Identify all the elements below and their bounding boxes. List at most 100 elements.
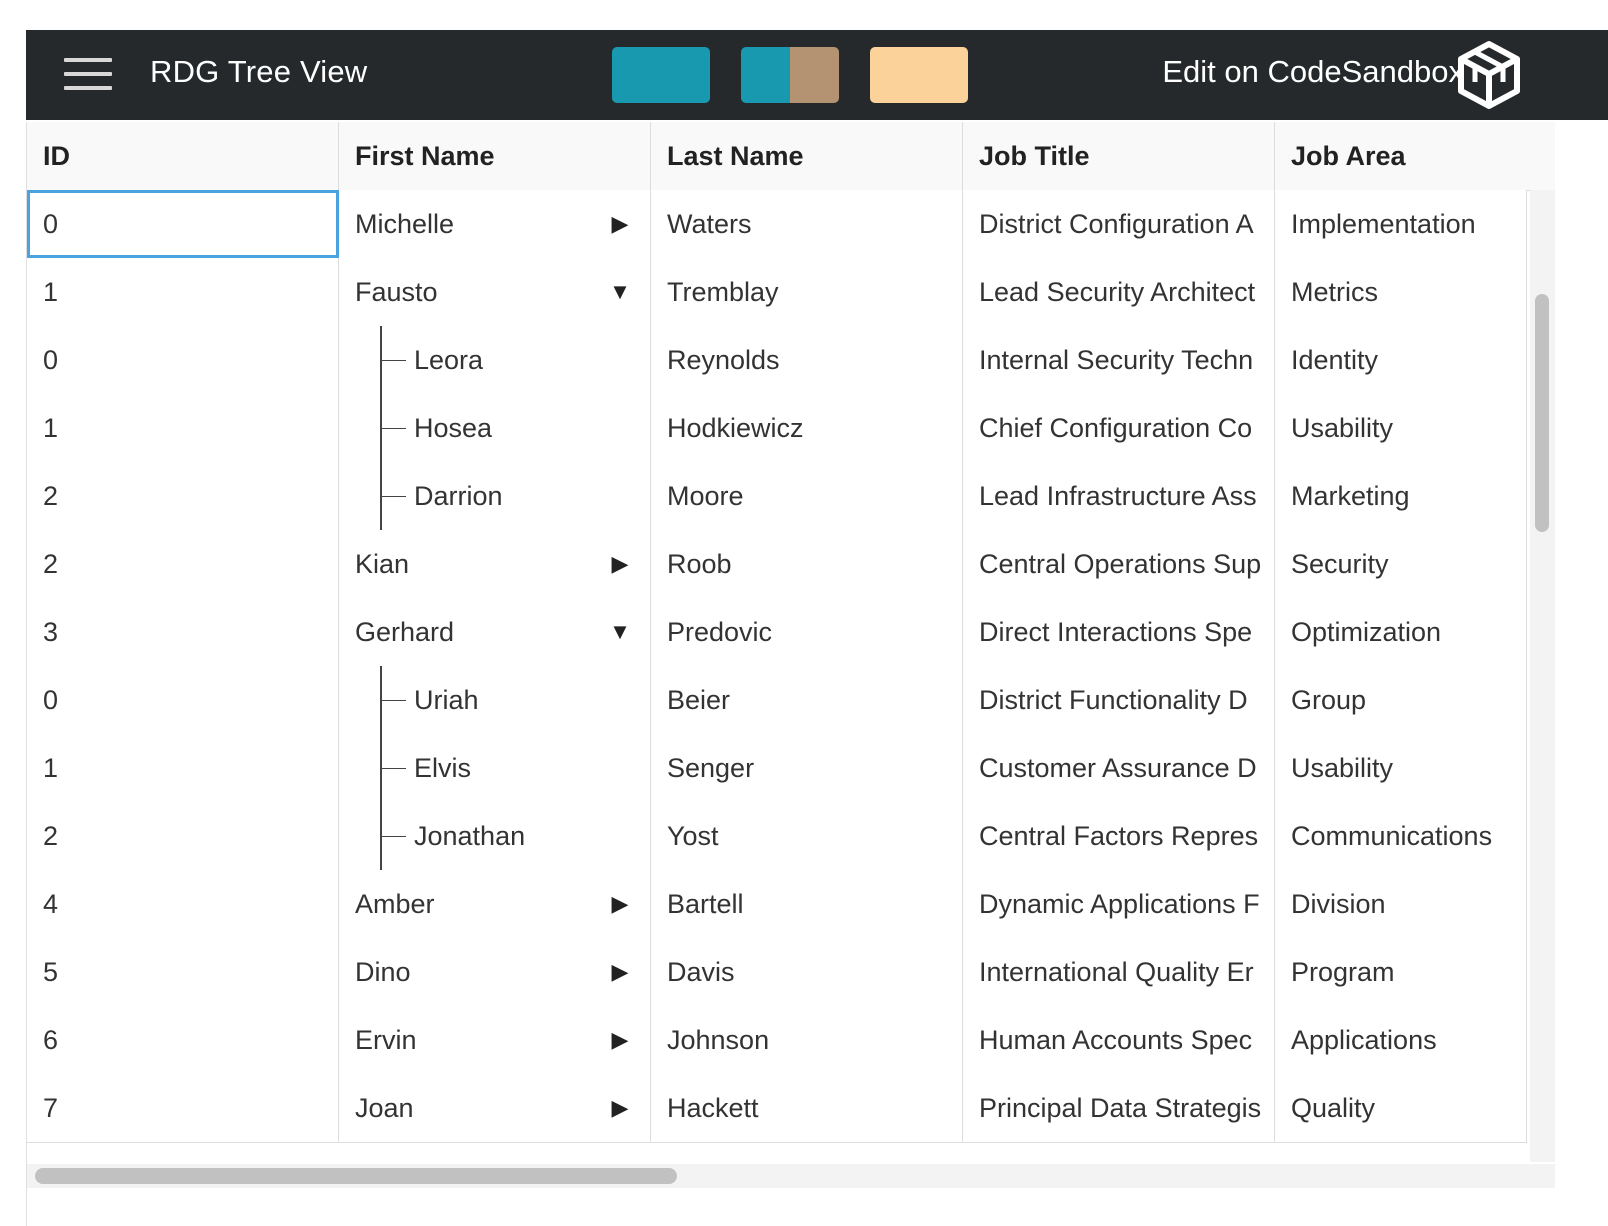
cell-first-name[interactable]: Leora — [339, 326, 651, 394]
table-row[interactable]: 0 Leora Reynolds Internal Security Techn Ide… — [27, 326, 1527, 395]
theme-swatch-peach[interactable] — [870, 47, 968, 103]
cell-job-title[interactable]: District Configuration A — [963, 190, 1275, 258]
expand-arrow-icon[interactable]: ▶ — [608, 938, 632, 1006]
cell-id[interactable]: 6 — [27, 1006, 339, 1074]
table-row[interactable]: 2 Jonathan Yost Central Factors Repres Commu… — [27, 802, 1527, 871]
table-row[interactable]: 6 Ervin ▶ Johnson Human Accounts Spec Applica… — [27, 1006, 1527, 1075]
expand-arrow-icon[interactable]: ▶ — [608, 1074, 632, 1142]
table-row[interactable]: 2 Darrion Moore Lead Infrastructure Ass Mark… — [27, 462, 1527, 531]
theme-swatch-teal[interactable] — [612, 47, 710, 103]
cell-job-title[interactable]: Central Operations Sup — [963, 530, 1275, 598]
cell-last-name[interactable]: Davis — [651, 938, 963, 1006]
cell-job-area[interactable]: Metrics — [1275, 258, 1527, 326]
cell-first-name[interactable]: Jonathan — [339, 802, 651, 870]
cell-id[interactable]: 1 — [27, 394, 339, 462]
cell-first-name[interactable]: Amber ▶ — [339, 870, 651, 938]
cell-id[interactable]: 7 — [27, 1074, 339, 1142]
cell-first-name[interactable]: Elvis — [339, 734, 651, 802]
cell-id[interactable]: 0 — [27, 666, 339, 734]
cell-job-area[interactable]: Usability — [1275, 394, 1527, 462]
table-row[interactable]: 3 Gerhard ▼ Predovic Direct Interactions Spe… — [27, 598, 1527, 667]
cell-job-area[interactable]: Identity — [1275, 326, 1527, 394]
cell-last-name[interactable]: Beier — [651, 666, 963, 734]
cell-job-title[interactable]: Principal Data Strategis — [963, 1074, 1275, 1142]
cell-id[interactable]: 5 — [27, 938, 339, 1006]
cell-first-name[interactable]: Kian ▶ — [339, 530, 651, 598]
table-row[interactable]: 0 Uriah Beier District Functionality D Group — [27, 666, 1527, 735]
cell-job-area[interactable]: Communications — [1275, 802, 1527, 870]
table-row[interactable]: 1 Elvis Senger Customer Assurance D Usabilit… — [27, 734, 1527, 803]
table-row[interactable]: 5 Dino ▶ Davis International Quality Er Progr… — [27, 938, 1527, 1007]
cell-job-title[interactable]: Dynamic Applications F — [963, 870, 1275, 938]
cell-first-name[interactable]: Fausto ▼ — [339, 258, 651, 326]
cell-job-title[interactable]: Human Accounts Spec — [963, 1006, 1275, 1074]
cell-job-area[interactable]: Group — [1275, 666, 1527, 734]
cell-last-name[interactable]: Waters — [651, 190, 963, 258]
cell-job-title[interactable]: Central Factors Repres — [963, 802, 1275, 870]
expand-arrow-icon[interactable]: ▶ — [608, 190, 632, 258]
cell-job-area[interactable]: Implementation — [1275, 190, 1527, 258]
cell-id[interactable]: 0 — [27, 326, 339, 394]
table-row[interactable]: 2 Kian ▶ Roob Central Operations Sup Security — [27, 530, 1527, 599]
cell-first-name[interactable]: Gerhard ▼ — [339, 598, 651, 666]
horizontal-scrollbar-thumb[interactable] — [35, 1168, 677, 1184]
cell-last-name[interactable]: Reynolds — [651, 326, 963, 394]
cell-job-area[interactable]: Optimization — [1275, 598, 1527, 666]
cell-first-name[interactable]: Darrion — [339, 462, 651, 530]
column-header-first-name[interactable]: First Name — [339, 122, 651, 190]
cell-job-area[interactable]: Usability — [1275, 734, 1527, 802]
codesandbox-cube-icon[interactable] — [1456, 40, 1522, 110]
table-row[interactable]: 7 Joan ▶ Hackett Principal Data Strategis Qua… — [27, 1074, 1527, 1143]
cell-job-title[interactable]: Customer Assurance D — [963, 734, 1275, 802]
column-header-job-area[interactable]: Job Area — [1275, 122, 1555, 190]
cell-id[interactable]: 2 — [27, 530, 339, 598]
vertical-scrollbar-thumb[interactable] — [1535, 294, 1549, 532]
cell-last-name[interactable]: Hodkiewicz — [651, 394, 963, 462]
cell-id[interactable]: 2 — [27, 802, 339, 870]
cell-job-title[interactable]: Internal Security Techn — [963, 326, 1275, 394]
hamburger-menu-icon[interactable] — [64, 58, 112, 92]
cell-last-name[interactable]: Bartell — [651, 870, 963, 938]
cell-job-title[interactable]: District Functionality D — [963, 666, 1275, 734]
table-row[interactable]: 0 Michelle ▶ Waters District Configuration A… — [27, 190, 1527, 259]
cell-job-title[interactable]: Lead Infrastructure Ass — [963, 462, 1275, 530]
cell-id[interactable]: 1 — [27, 258, 339, 326]
cell-job-title[interactable]: Direct Interactions Spe — [963, 598, 1275, 666]
column-header-last-name[interactable]: Last Name — [651, 122, 963, 190]
table-row[interactable]: 1 Hosea Hodkiewicz Chief Configuration Co Us… — [27, 394, 1527, 463]
table-row[interactable]: 1 Fausto ▼ Tremblay Lead Security Architect M… — [27, 258, 1527, 327]
edit-on-codesandbox-link[interactable]: Edit on CodeSandbox — [1162, 54, 1464, 90]
cell-job-title[interactable]: Lead Security Architect — [963, 258, 1275, 326]
cell-first-name[interactable]: Hosea — [339, 394, 651, 462]
cell-last-name[interactable]: Roob — [651, 530, 963, 598]
cell-job-area[interactable]: Quality — [1275, 1074, 1527, 1142]
collapse-arrow-icon[interactable]: ▼ — [608, 598, 632, 666]
column-header-id[interactable]: ID — [27, 122, 339, 190]
column-header-job-title[interactable]: Job Title — [963, 122, 1275, 190]
cell-id[interactable]: 1 — [27, 734, 339, 802]
expand-arrow-icon[interactable]: ▶ — [608, 870, 632, 938]
theme-swatch-teal-tan[interactable] — [741, 47, 839, 103]
expand-arrow-icon[interactable]: ▶ — [608, 1006, 632, 1074]
cell-last-name[interactable]: Yost — [651, 802, 963, 870]
cell-last-name[interactable]: Moore — [651, 462, 963, 530]
cell-first-name[interactable]: Dino ▶ — [339, 938, 651, 1006]
cell-job-title[interactable]: Chief Configuration Co — [963, 394, 1275, 462]
cell-job-area[interactable]: Division — [1275, 870, 1527, 938]
cell-id[interactable]: 0 — [27, 190, 339, 258]
cell-first-name[interactable]: Joan ▶ — [339, 1074, 651, 1142]
expand-arrow-icon[interactable]: ▶ — [608, 530, 632, 598]
cell-last-name[interactable]: Tremblay — [651, 258, 963, 326]
cell-first-name[interactable]: Uriah — [339, 666, 651, 734]
cell-job-area[interactable]: Security — [1275, 530, 1527, 598]
cell-job-area[interactable]: Program — [1275, 938, 1527, 1006]
cell-job-area[interactable]: Marketing — [1275, 462, 1527, 530]
cell-job-title[interactable]: International Quality Er — [963, 938, 1275, 1006]
cell-first-name[interactable]: Ervin ▶ — [339, 1006, 651, 1074]
cell-last-name[interactable]: Predovic — [651, 598, 963, 666]
table-row[interactable]: 4 Amber ▶ Bartell Dynamic Applications F Divi… — [27, 870, 1527, 939]
cell-first-name[interactable]: Michelle ▶ — [339, 190, 651, 258]
cell-job-area[interactable]: Applications — [1275, 1006, 1527, 1074]
cell-last-name[interactable]: Hackett — [651, 1074, 963, 1142]
collapse-arrow-icon[interactable]: ▼ — [608, 258, 632, 326]
